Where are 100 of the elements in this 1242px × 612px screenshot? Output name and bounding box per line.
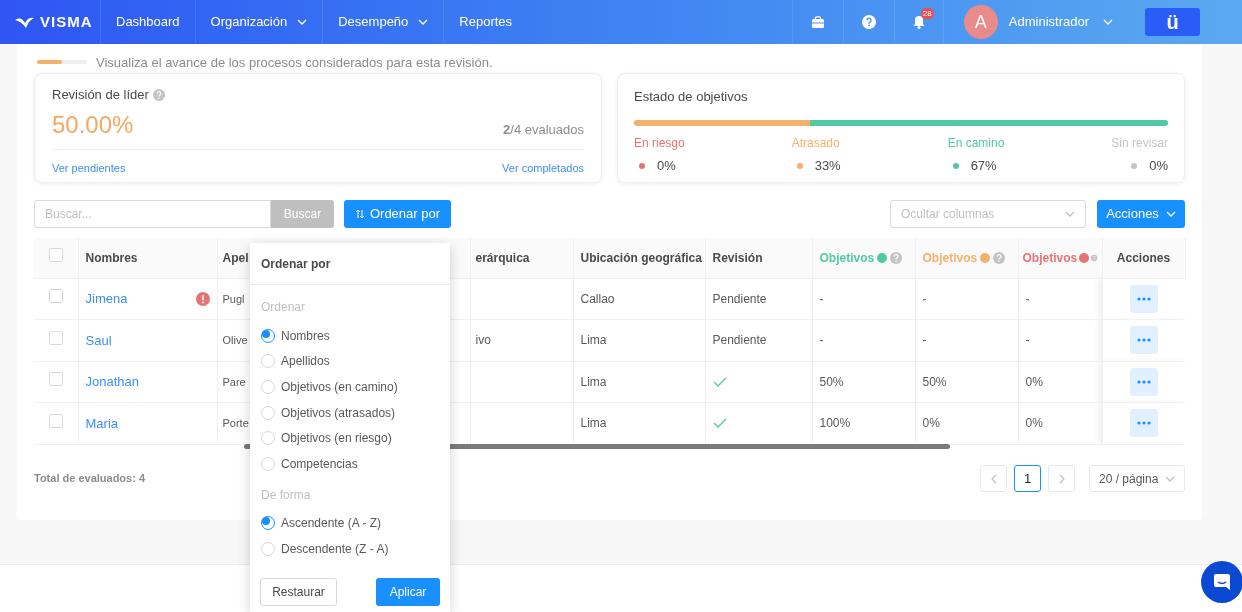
table-cell: Olive	[222, 334, 248, 346]
description-text: Visualiza el avance de los procesos considerados para esta revisión.	[96, 54, 493, 72]
radio-label: Objetivos (en camino)	[281, 379, 398, 396]
checkbox[interactable]	[48, 289, 63, 303]
chat-button[interactable]	[1201, 561, 1242, 603]
section-label: De forma	[261, 486, 312, 502]
logo-icon	[14, 15, 34, 29]
link[interactable]: Ver pendientes	[52, 160, 126, 177]
logo-text: VISMA	[40, 11, 93, 32]
radio-label: Competencias	[281, 455, 358, 473]
table-cell: Lima	[580, 416, 607, 431]
radio-label: Nombres	[281, 327, 330, 345]
column-header: Acciones	[1102, 238, 1185, 278]
chevron-down-icon	[1065, 211, 1075, 217]
user-menu[interactable]: Administrador	[1008, 12, 1113, 32]
table-cell: 50%	[922, 374, 947, 389]
checkbox[interactable]	[48, 372, 63, 386]
column-header: Objetivos	[819, 249, 875, 267]
table-cell: -	[819, 291, 824, 306]
link[interactable]: Ver completados	[502, 160, 584, 177]
column-header: Objetivos	[1022, 249, 1078, 267]
evaluated-count: 2/4 evaluados	[503, 120, 584, 139]
chevron-left-icon	[990, 473, 997, 484]
legend-value: 0%	[1149, 157, 1168, 175]
table-cell: Pendiente	[712, 333, 767, 348]
table-cell: 100%	[819, 416, 851, 431]
table-cell: -	[1025, 291, 1030, 306]
radio-label: Descendente (Z - A)	[281, 540, 389, 558]
column-header: Ubicación geográfica	[573, 238, 705, 278]
reset-button[interactable]: Restaurar	[260, 577, 337, 606]
sort-button[interactable]: Ordenar por	[344, 200, 451, 228]
apply-button[interactable]: Aplicar	[376, 577, 440, 606]
table-cell: 0%	[1025, 374, 1043, 389]
table-cell: Pare	[222, 375, 246, 388]
search-button[interactable]: Buscar	[271, 200, 334, 228]
briefcase-icon[interactable]	[810, 15, 825, 29]
column-header: Revisión	[705, 238, 812, 278]
checkbox[interactable]	[48, 248, 63, 262]
more-button[interactable]	[1129, 284, 1158, 313]
checkbox[interactable]	[48, 413, 63, 428]
sort-icon	[354, 209, 365, 219]
card-title: Estado de objetivos	[634, 88, 749, 103]
more-button[interactable]	[1129, 326, 1158, 355]
avatar: A	[963, 5, 998, 39]
column-header: Nombres	[78, 238, 217, 278]
table-cell: Porte	[222, 417, 249, 429]
column-header: Objetivos	[922, 249, 978, 267]
notification-badge: 28	[920, 8, 934, 19]
total-text: Total de evaluados: 4	[34, 471, 146, 487]
radio-label: Objetivos (en riesgo)	[281, 430, 392, 448]
help-icon	[152, 89, 165, 101]
table-cell: 50%	[819, 374, 844, 389]
name-link[interactable]: Saul	[85, 330, 112, 350]
legend-label: Sin revisar	[1111, 135, 1168, 152]
table-cell: 0%	[1025, 416, 1043, 431]
column-header: erárquica	[470, 238, 573, 278]
name-link[interactable]: Jonathan	[85, 372, 139, 392]
more-icon	[1136, 296, 1151, 301]
legend-value: 67%	[970, 157, 997, 175]
page-size-select[interactable]: 20 / página	[1089, 465, 1185, 492]
menu-title: Ordenar por	[261, 255, 331, 273]
legend-label: En camino	[947, 135, 1005, 152]
help-icon[interactable]	[861, 15, 876, 29]
search-field[interactable]: Buscar...	[34, 200, 271, 228]
chevron-down-icon	[1165, 211, 1176, 217]
table-cell: ivo	[475, 333, 491, 348]
columns-select[interactable]: Ocultar columnas	[890, 200, 1086, 228]
table-cell: Lima	[580, 374, 607, 389]
table-cell: Pugl	[222, 292, 245, 305]
app-button[interactable]: ü	[1145, 8, 1200, 36]
more-button[interactable]	[1129, 367, 1158, 396]
bell-icon[interactable]	[912, 15, 925, 29]
actions-button[interactable]: Acciones	[1097, 200, 1185, 228]
page-button[interactable]: 1	[1014, 465, 1041, 492]
table-cell: -	[922, 291, 927, 306]
more-icon	[1136, 421, 1151, 426]
name-link[interactable]: Maria	[85, 413, 118, 433]
chevron-down-icon	[1103, 19, 1113, 25]
chevron-right-icon	[1058, 473, 1065, 484]
more-icon	[1136, 338, 1151, 343]
table-cell: Callao	[580, 291, 615, 306]
table-cell: Lima	[580, 333, 607, 348]
table-cell: Pendiente	[712, 291, 767, 306]
checkbox[interactable]	[48, 330, 63, 345]
previous-page-button[interactable]	[980, 465, 1007, 492]
card-title: Revisión de líder	[52, 86, 149, 105]
more-button[interactable]	[1129, 409, 1158, 438]
legend-value: 33%	[814, 157, 841, 175]
radio-label: Apellidos	[281, 353, 330, 371]
percent-value: 50.00%	[52, 111, 134, 139]
chevron-down-icon	[1165, 475, 1175, 482]
chat-icon	[1212, 572, 1232, 592]
legend-label: Atrasado	[791, 135, 840, 152]
section-label: Ordenar	[261, 299, 307, 314]
progress-bar	[37, 60, 87, 64]
table-cell: -	[819, 333, 824, 348]
legend-value: 0%	[657, 157, 676, 175]
name-link[interactable]: Jimena	[85, 289, 128, 309]
radio-label: Objetivos (atrasados)	[281, 404, 396, 422]
next-page-button[interactable]	[1048, 465, 1075, 492]
